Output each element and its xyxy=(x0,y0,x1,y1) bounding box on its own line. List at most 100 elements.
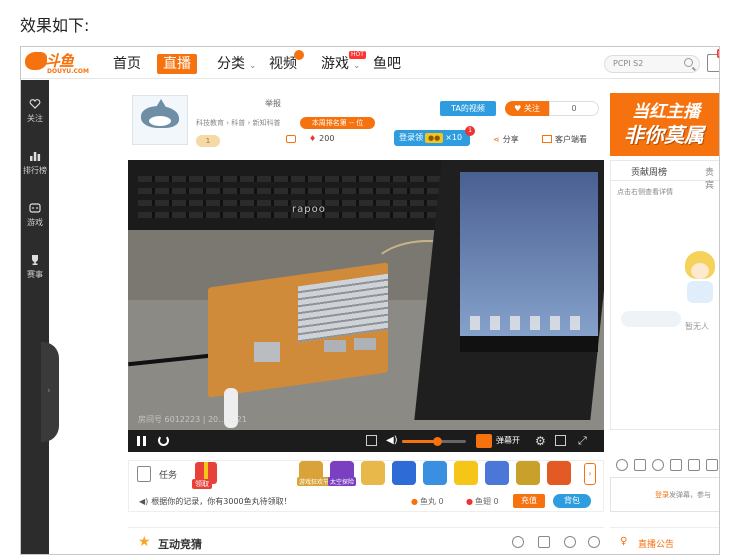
more-icon[interactable] xyxy=(588,536,600,548)
nav-games-label: 游戏 xyxy=(321,56,349,72)
sidebar-item-ranking[interactable]: 排行榜 xyxy=(21,150,49,176)
more-games-button[interactable]: › xyxy=(584,463,596,485)
video-new-dot-icon xyxy=(294,50,304,60)
tab-weekly[interactable]: 贡献周榜 xyxy=(631,165,667,178)
emoji-icon[interactable] xyxy=(616,459,628,471)
promo-banner[interactable]: 当红主播 非你莫属 xyxy=(610,93,719,156)
task-icon[interactable] xyxy=(137,466,151,482)
image-icon[interactable] xyxy=(688,459,700,471)
room-number-overlay: 房间号 6012223 | 20… …21 xyxy=(138,415,247,424)
danmu-toggle-label[interactable]: 弹幕开 xyxy=(496,434,520,448)
tab-noble[interactable]: 贵宾 xyxy=(705,165,719,191)
danmu-toggle-icon[interactable] xyxy=(476,434,492,448)
game-icon[interactable] xyxy=(516,461,540,485)
game-icon[interactable] xyxy=(392,461,416,485)
nav-category[interactable]: 分类 ⌄ xyxy=(217,54,257,74)
nav-live[interactable]: 直播 xyxy=(157,54,197,74)
share-icon: ⋖ xyxy=(493,135,500,144)
nav-fishbar[interactable]: 鱼吧 xyxy=(373,54,401,74)
search-icon[interactable] xyxy=(684,58,693,67)
douyu-logo[interactable]: 斗鱼 DOUYU.COM xyxy=(25,50,89,76)
left-sidebar: 关注 排行榜 游戏 赛事 › xyxy=(21,80,59,554)
nav-home[interactable]: 首页 xyxy=(113,54,141,74)
crown-icon[interactable] xyxy=(670,459,682,471)
claim-label[interactable]: 领取 xyxy=(192,479,212,489)
backpack-button[interactable]: 背包 xyxy=(553,494,591,508)
breadcrumb[interactable]: 科技教育 › 科普 › 新知科普 xyxy=(196,118,281,128)
sidebar-item-games[interactable]: 游戏 xyxy=(21,202,49,228)
mascot-body xyxy=(687,281,713,303)
refresh-icon[interactable] xyxy=(158,435,169,446)
gamepad-icon xyxy=(29,203,41,213)
search-input[interactable]: PCPI S2 xyxy=(604,55,700,73)
user-icon[interactable] xyxy=(564,536,576,548)
weekly-rank-badge: 本周排名第 -- 位 xyxy=(300,117,375,129)
fishfin-balance: ● 鱼翅 0 xyxy=(466,496,499,507)
volume-icon[interactable]: ◀) xyxy=(386,435,398,446)
key-row xyxy=(138,176,448,182)
mail-icon[interactable] xyxy=(634,459,646,471)
cloud-decoration xyxy=(621,311,681,327)
nav-bar xyxy=(460,336,598,352)
mascot-face xyxy=(691,263,709,279)
sidebar-item-label: 关注 xyxy=(27,114,43,123)
sidebar-item-label: 排行榜 xyxy=(23,166,47,175)
nav-video[interactable]: 视频 xyxy=(269,54,297,74)
trophy-icon xyxy=(32,255,38,265)
live-notice-label: 直播公告 xyxy=(638,540,675,550)
game-label: 游戏狂欢节 xyxy=(297,477,332,486)
gold-coin-icon: ●● xyxy=(425,133,444,143)
chat-login-hint: 登录发弹幕，参与 xyxy=(655,490,711,500)
chat-toolbar xyxy=(610,456,719,476)
top-nav: 斗鱼 DOUYU.COM 首页 直播 分类 ⌄ 视频 游戏 ⌄ HOT 鱼吧 PCP… xyxy=(21,47,719,79)
mascot-illustration xyxy=(681,251,719,321)
game-icon[interactable] xyxy=(454,461,478,485)
edit-icon[interactable] xyxy=(366,435,377,446)
recharge-button[interactable]: 充值 xyxy=(513,494,545,508)
ta-video-button[interactable]: TA的视频 xyxy=(440,101,496,116)
fishfin-value: 鱼翅 0 xyxy=(474,497,499,506)
task-label[interactable]: 任务 xyxy=(159,468,177,481)
fullscreen-icon[interactable]: ⤢ xyxy=(578,434,587,448)
search-placeholder: PCPI S2 xyxy=(613,59,644,68)
megaphone-icon[interactable] xyxy=(652,459,664,471)
game-icon[interactable] xyxy=(361,461,385,485)
noble-icon[interactable] xyxy=(706,459,718,471)
record-text: ◀) 根据你的记录，你有3000鱼丸待领取！ xyxy=(139,496,292,507)
login-gift-button[interactable]: 登录领 ●● ×10 1 xyxy=(394,126,475,146)
gear-icon[interactable]: ⚙ xyxy=(535,434,546,448)
chat-input[interactable]: 登录发弹幕，参与 xyxy=(610,477,719,512)
video-player[interactable]: rapoo 房间号 6012223 | 20… …21 xyxy=(128,160,604,430)
client-watch-button[interactable]: 客户端看 xyxy=(542,134,587,145)
flame-icon: ♦ xyxy=(309,134,317,143)
message-icon xyxy=(286,135,296,143)
history-icon[interactable]: 新 xyxy=(707,49,719,72)
widescreen-icon[interactable] xyxy=(555,435,566,446)
volume-slider[interactable] xyxy=(402,437,466,446)
sidebar-collapse-handle[interactable]: › xyxy=(41,342,59,442)
follow-count: 0 xyxy=(549,101,599,116)
anchor-avatar[interactable] xyxy=(132,95,188,145)
hot-badge: HOT xyxy=(349,51,366,59)
game-icon[interactable] xyxy=(485,461,509,485)
report-link[interactable]: 举报 xyxy=(265,98,281,109)
calendar-icon[interactable] xyxy=(538,536,550,548)
login-link[interactable]: 登录 xyxy=(655,491,669,499)
trophy-icon[interactable] xyxy=(512,536,524,548)
volume-knob[interactable] xyxy=(433,437,443,446)
chevron-right-icon: › xyxy=(47,386,51,396)
sidebar-item-follow[interactable]: 关注 xyxy=(21,98,49,124)
login-gift-label: 登录领 xyxy=(399,133,423,142)
sidebar-item-events[interactable]: 赛事 xyxy=(21,254,49,280)
game-icon[interactable] xyxy=(547,461,571,485)
pause-icon[interactable] xyxy=(137,436,146,446)
history-badge: 新 xyxy=(716,49,719,58)
game-icon[interactable] xyxy=(423,461,447,485)
client-label: 客户端看 xyxy=(555,135,587,144)
follow-button[interactable]: ♥ 关注 xyxy=(505,101,549,116)
hot-count: ♦ 200 xyxy=(309,134,334,143)
key-row xyxy=(138,188,448,194)
details-hint: 点击右侧查看详情 xyxy=(617,188,673,196)
nav-category-label: 分类 xyxy=(217,56,245,72)
share-button[interactable]: ⋖ 分享 xyxy=(493,134,519,145)
